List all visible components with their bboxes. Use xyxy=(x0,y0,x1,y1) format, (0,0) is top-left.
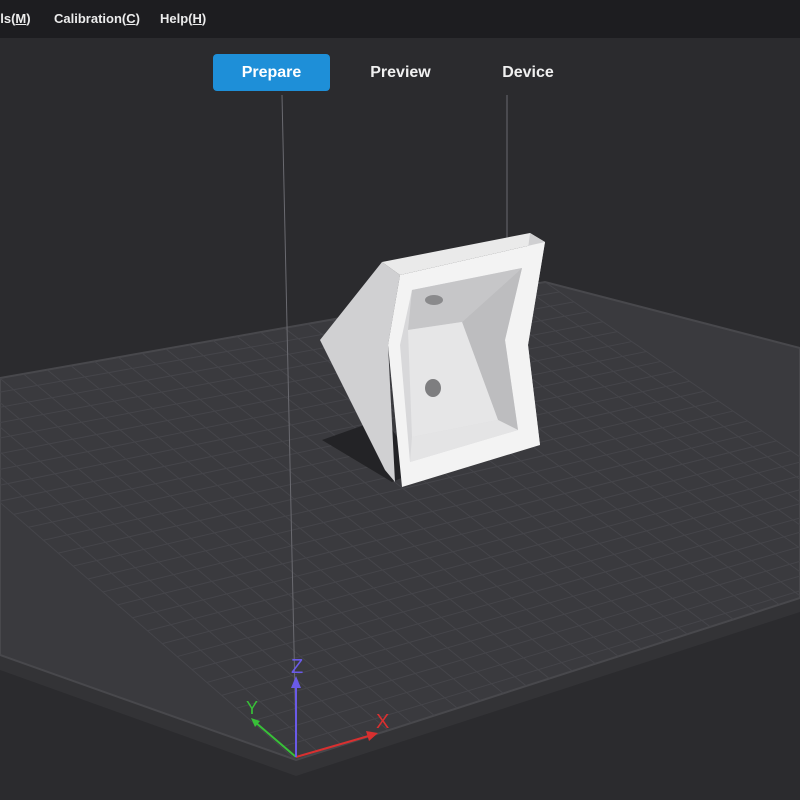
slicer-app: els(M) Calibration(C) Help(H) Prepare Pr… xyxy=(0,0,800,800)
menu-models-hotkey: M xyxy=(15,11,27,26)
tab-device[interactable]: Device xyxy=(463,54,593,91)
menu-models-end: ) xyxy=(26,11,31,26)
menu-calibration[interactable]: Calibration(C) xyxy=(54,11,140,26)
menu-help[interactable]: Help(H) xyxy=(160,11,206,26)
menu-bar: els(M) Calibration(C) Help(H) xyxy=(0,0,800,38)
menu-models-label: els( xyxy=(0,11,16,26)
menu-calibration-hotkey: C xyxy=(126,11,136,26)
menu-calibration-label: Calibration( xyxy=(54,11,127,26)
z-axis-label: Z xyxy=(291,656,303,678)
x-axis-label: X xyxy=(376,711,389,733)
3d-viewport[interactable]: X Y Z xyxy=(0,38,800,800)
menu-help-label: Help( xyxy=(160,11,193,26)
menu-calibration-end: ) xyxy=(135,11,140,26)
model-hole-bottom xyxy=(425,379,441,397)
tab-prepare[interactable]: Prepare xyxy=(213,54,330,91)
menu-help-hotkey: H xyxy=(192,11,202,26)
viewport-canvas[interactable]: X Y Z xyxy=(0,38,800,800)
menu-models[interactable]: els(M) xyxy=(0,11,31,26)
tab-preview[interactable]: Preview xyxy=(343,54,458,91)
menu-help-end: ) xyxy=(201,11,207,26)
y-axis-label: Y xyxy=(246,698,258,718)
model-hole-top xyxy=(425,295,443,305)
